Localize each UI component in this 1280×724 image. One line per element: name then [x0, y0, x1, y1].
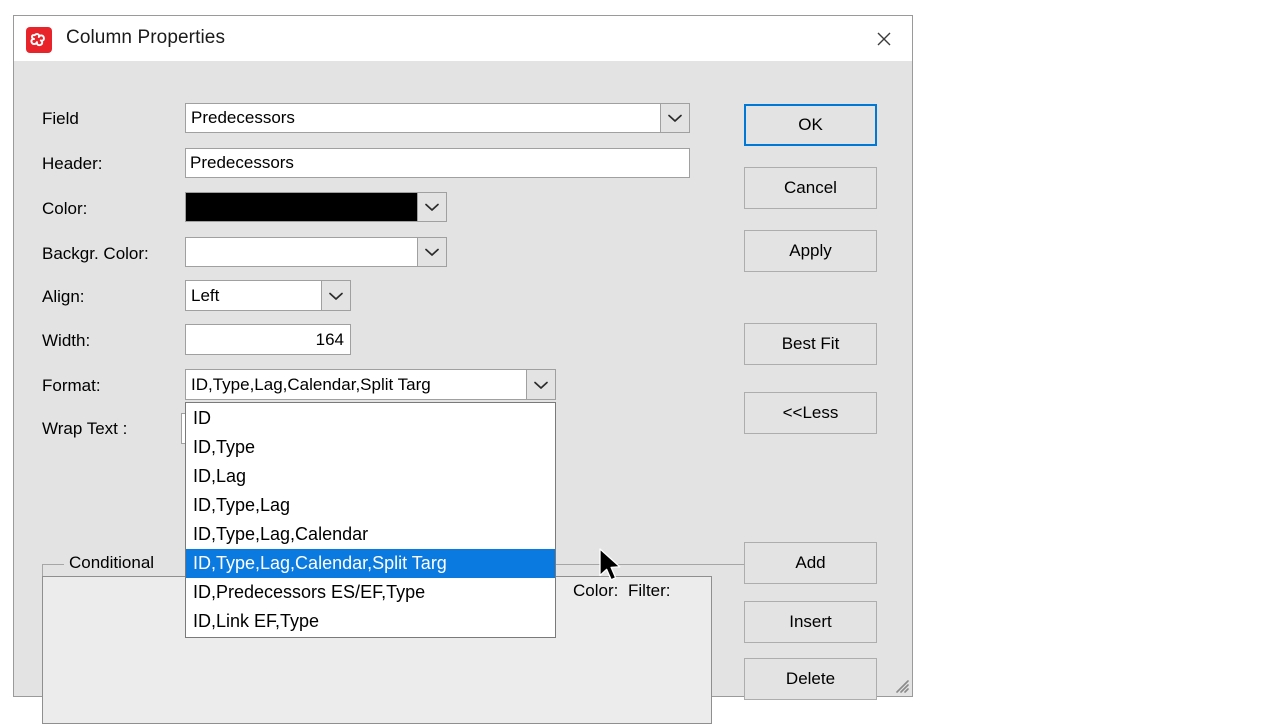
resize-grip[interactable] [893, 677, 909, 693]
label-color: Color: [42, 199, 88, 218]
color-combobox[interactable] [185, 192, 447, 222]
chevron-down-icon [425, 248, 439, 256]
group-box-line-vertical [42, 564, 43, 576]
chevron-down-icon [425, 203, 439, 211]
header-input[interactable]: Predecessors [185, 148, 690, 178]
add-button[interactable]: Add [744, 542, 877, 584]
width-input[interactable]: 164 [185, 324, 351, 355]
less-button[interactable]: <<Less [744, 392, 877, 434]
label-wrap-text: Wrap Text : [42, 419, 128, 438]
field-dropdown-button[interactable] [660, 103, 690, 133]
conditional-column-filter: Filter: [628, 581, 671, 600]
label-background-color: Backgr. Color: [42, 244, 149, 263]
column-properties-dialog: Column Properties Field Predecessors Hea… [13, 15, 913, 724]
format-combobox-value: ID,Type,Lag,Calendar,Split Targ [185, 369, 526, 400]
format-dropdown-list[interactable]: ID ID,Type ID,Lag ID,Type,Lag ID,Type,La… [185, 402, 556, 638]
align-combobox-value: Left [185, 280, 321, 311]
align-combobox[interactable]: Left [185, 280, 351, 311]
close-icon [877, 32, 891, 45]
insert-button[interactable]: Insert [744, 601, 877, 643]
color-swatch [185, 192, 417, 222]
app-logo-icon [26, 27, 52, 53]
field-combobox[interactable]: Predecessors [185, 103, 690, 133]
group-box-label: Conditional [66, 553, 158, 573]
close-button[interactable] [856, 16, 912, 61]
dropdown-option[interactable]: ID,Link EF,Type [186, 607, 555, 636]
format-dropdown-button[interactable] [526, 369, 556, 400]
background-color-swatch [185, 237, 417, 267]
chevron-down-icon [329, 292, 343, 300]
delete-button[interactable]: Delete [744, 658, 877, 700]
group-box-line-left [42, 564, 64, 565]
page-title: Column Properties [66, 27, 226, 48]
cancel-button[interactable]: Cancel [744, 167, 877, 209]
background-color-combobox[interactable] [185, 237, 447, 267]
chevron-down-icon [534, 381, 548, 389]
background-color-dropdown-button[interactable] [417, 237, 447, 267]
ok-button[interactable]: OK [744, 104, 877, 146]
dropdown-option[interactable]: ID,Lag [186, 462, 555, 491]
title-bar: Column Properties [14, 16, 912, 61]
label-width: Width: [42, 331, 91, 350]
format-combobox[interactable]: ID,Type,Lag,Calendar,Split Targ [185, 369, 556, 400]
conditional-column-color: Color: [573, 581, 619, 600]
dropdown-option[interactable]: ID,Type,Lag [186, 491, 555, 520]
label-field: Field [42, 109, 79, 128]
chevron-down-icon [668, 114, 682, 122]
dropdown-option-selected[interactable]: ID,Type,Lag,Calendar,Split Targ [186, 549, 555, 578]
field-combobox-value: Predecessors [185, 103, 660, 133]
dropdown-option[interactable]: ID [186, 404, 555, 433]
resize-grip-icon [896, 680, 909, 693]
color-dropdown-button[interactable] [417, 192, 447, 222]
dropdown-option[interactable]: ID,Type,Lag,Calendar [186, 520, 555, 549]
label-header: Header: [42, 154, 103, 173]
dropdown-option[interactable]: ID,Predecessors ES/EF,Type [186, 578, 555, 607]
dialog-body: Field Predecessors Header: Predecessors … [14, 61, 912, 724]
apply-button[interactable]: Apply [744, 230, 877, 272]
align-dropdown-button[interactable] [321, 280, 351, 311]
label-align: Align: [42, 287, 85, 306]
best-fit-button[interactable]: Best Fit [744, 323, 877, 365]
dropdown-option[interactable]: ID,Type [186, 433, 555, 462]
label-format: Format: [42, 376, 101, 395]
